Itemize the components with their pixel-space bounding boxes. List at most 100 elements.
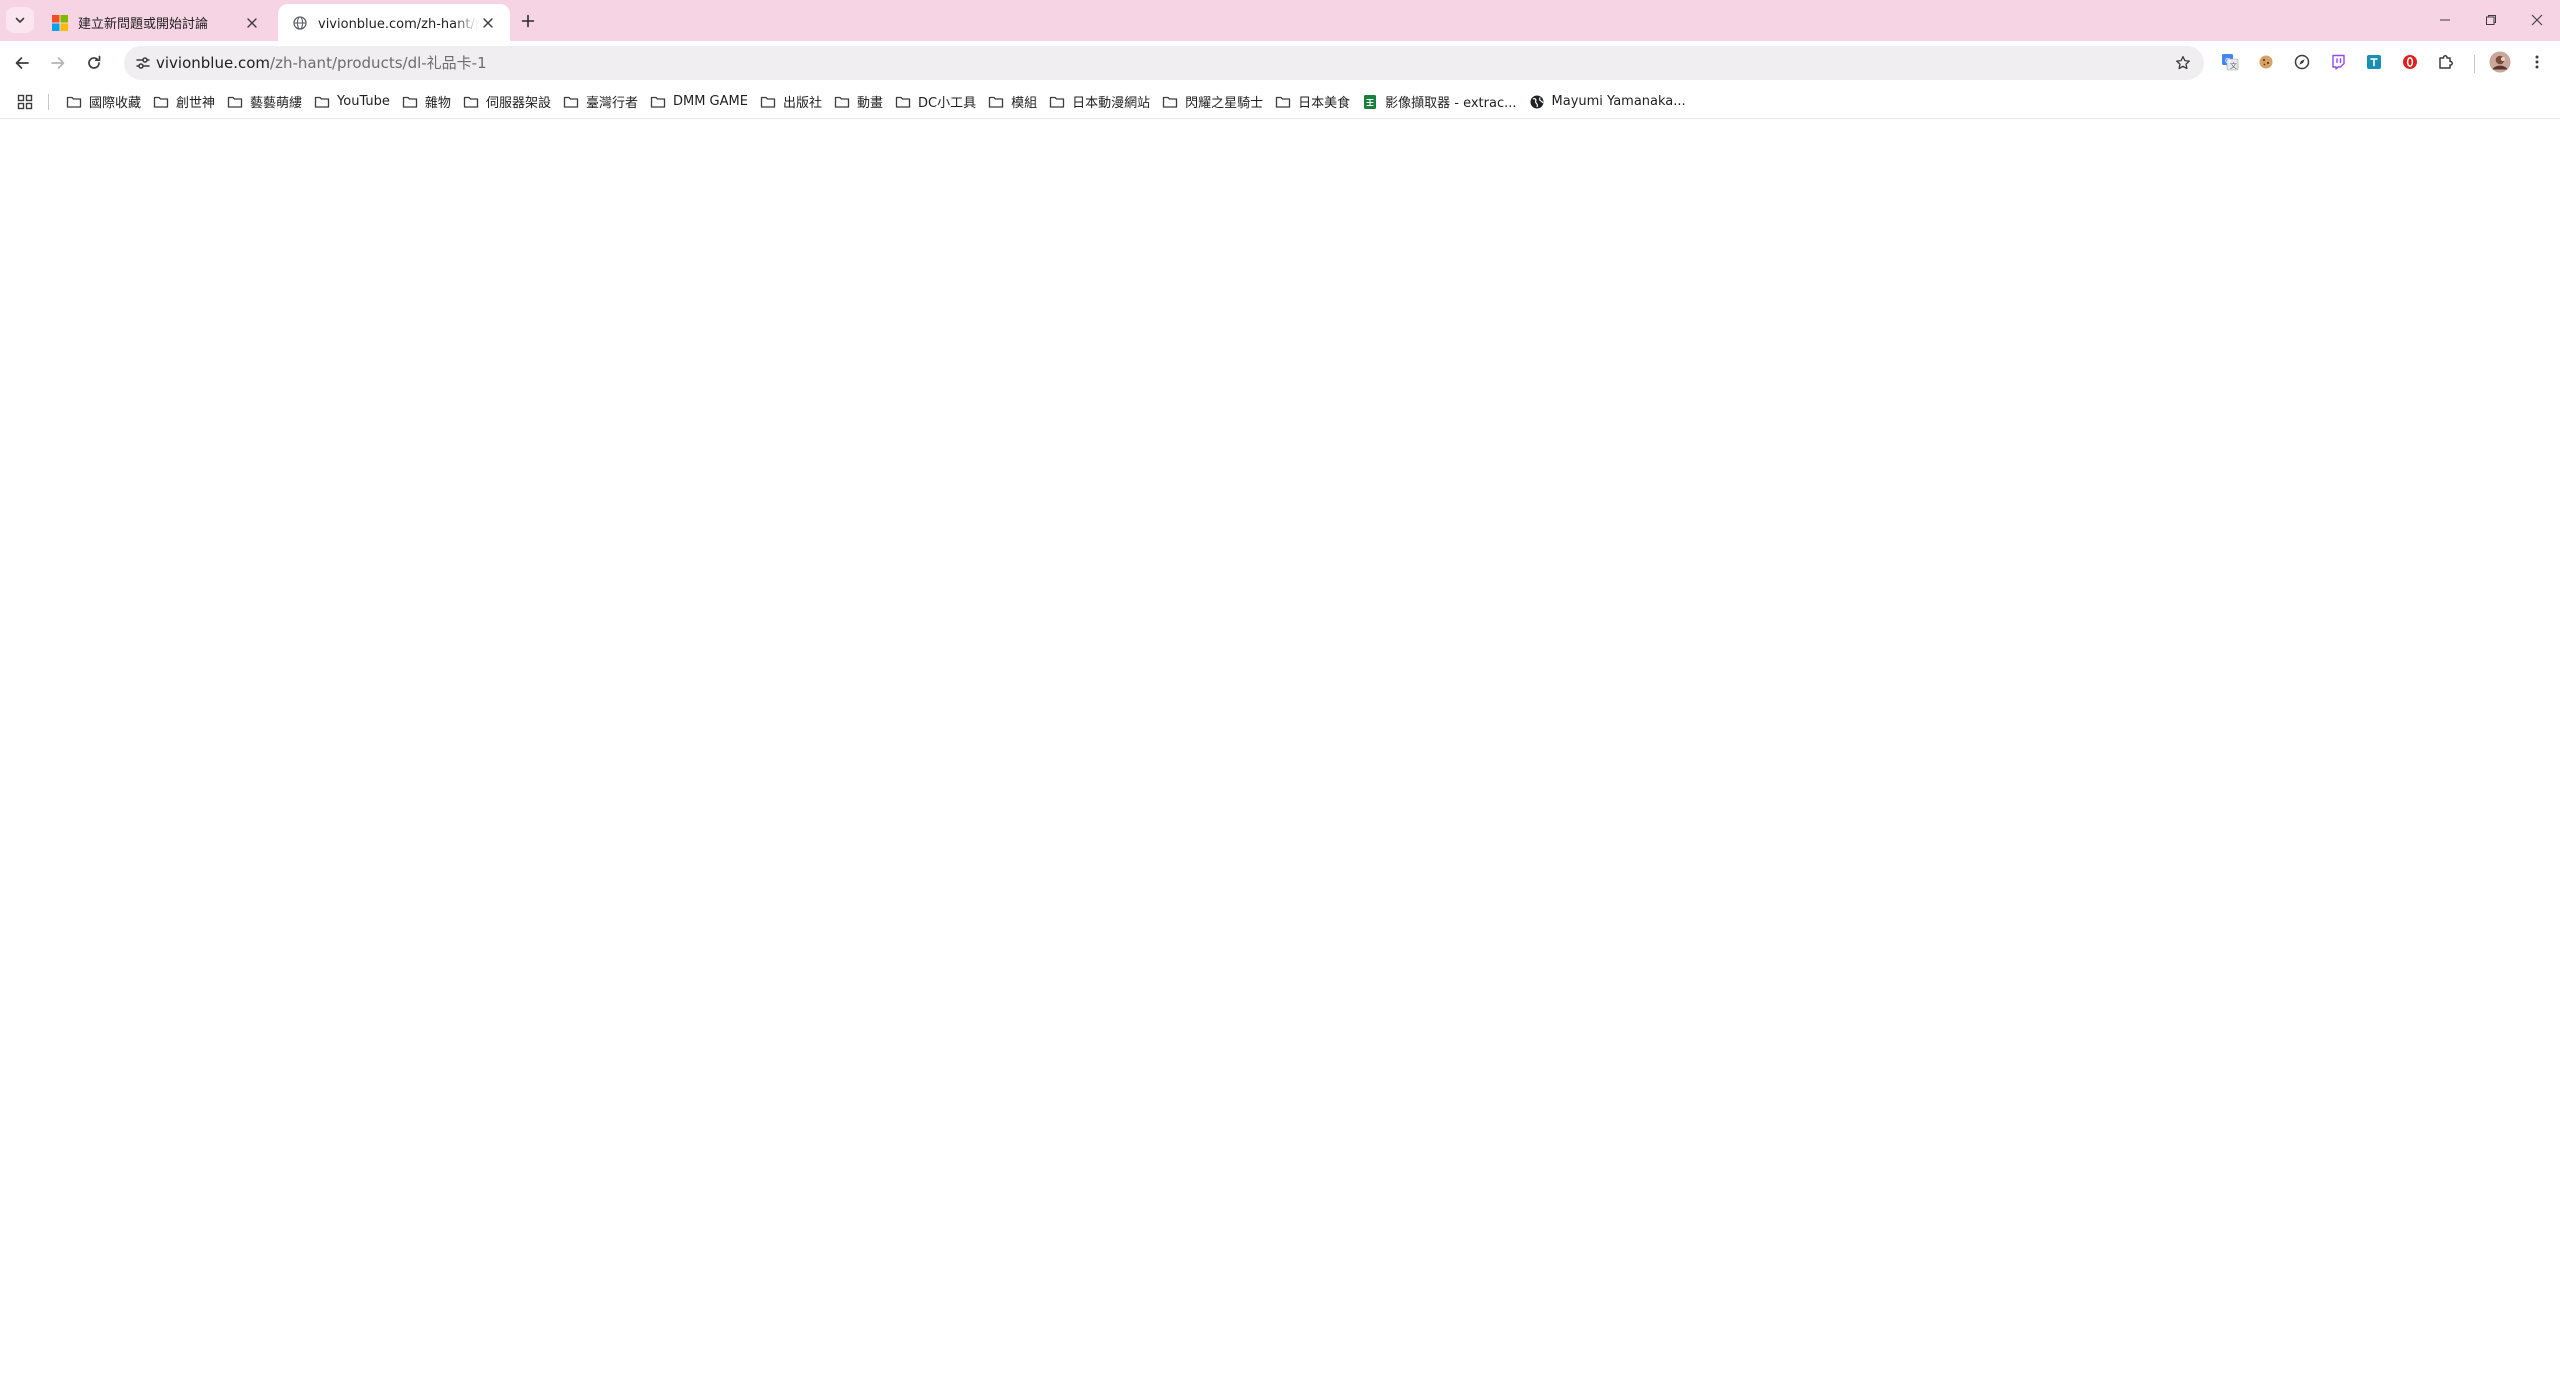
bookmarks-bar: 國際收藏 創世神 藝藝萌縷 YouTube 雜物 伺服器架設 臺灣行者 DMM GAME 出版社… bbox=[0, 85, 2560, 119]
bookmark-label: 影像擷取器 - extrac... bbox=[1385, 96, 1517, 111]
extensions-button[interactable] bbox=[2435, 51, 2457, 73]
folder-icon bbox=[988, 94, 1004, 110]
compass-icon bbox=[2294, 54, 2310, 70]
apps-grid-icon bbox=[17, 94, 33, 110]
chevron-down-icon bbox=[14, 11, 26, 30]
minimize-button[interactable] bbox=[2422, 0, 2468, 40]
bookmark-item[interactable]: 日本動漫網站 bbox=[1045, 89, 1158, 115]
bookmark-label: 國際收藏 bbox=[89, 96, 142, 111]
bookmark-item[interactable]: DC小工具 bbox=[891, 89, 984, 115]
bookmark-label: 動畫 bbox=[856, 96, 883, 111]
close-tab-button[interactable] bbox=[478, 13, 498, 33]
folder-icon bbox=[563, 94, 579, 110]
minimize-icon bbox=[2440, 19, 2450, 21]
bookmark-label: 藝藝萌縷 bbox=[250, 96, 303, 111]
globe-icon bbox=[292, 15, 308, 31]
close-icon bbox=[2531, 14, 2543, 26]
bookmark-label: 模組 bbox=[1011, 96, 1038, 111]
translate-icon: G 文 bbox=[2222, 54, 2239, 71]
url-host: vivionblue.com bbox=[156, 54, 271, 72]
folder-icon bbox=[834, 94, 850, 110]
bookmark-item[interactable]: Mayumi Yamanaka... bbox=[1525, 89, 1694, 115]
address-bar[interactable]: vivionblue.com/zh-hant/products/dl-礼品卡-1 bbox=[124, 46, 2204, 80]
plus-icon bbox=[521, 14, 535, 28]
close-window-button[interactable] bbox=[2514, 0, 2560, 40]
bookmark-item[interactable]: 閃耀之星騎士 bbox=[1158, 89, 1271, 115]
folder-icon bbox=[650, 94, 666, 110]
bookmark-item[interactable]: 雜物 bbox=[398, 89, 459, 115]
folder-icon bbox=[153, 94, 169, 110]
bookmark-label: DMM GAME bbox=[672, 94, 748, 109]
close-icon bbox=[483, 17, 493, 28]
bookmarks-separator bbox=[48, 94, 49, 110]
bookmark-label: 創世神 bbox=[176, 96, 216, 111]
bookmarks-list: 國際收藏 創世神 藝藝萌縷 YouTube 雜物 伺服器架設 臺灣行者 DMM GAME 出版社… bbox=[62, 85, 1694, 118]
red-extension-button[interactable] bbox=[2399, 51, 2421, 73]
teal-extension-button[interactable] bbox=[2363, 51, 2385, 73]
toolbar-divider bbox=[2474, 55, 2475, 73]
puzzle-icon bbox=[2439, 55, 2453, 69]
bookmark-item[interactable]: 動畫 bbox=[830, 89, 891, 115]
bookmark-label: 閃耀之星騎士 bbox=[1185, 96, 1264, 111]
restore-icon bbox=[2486, 15, 2496, 25]
bookmark-item[interactable]: 創世神 bbox=[149, 89, 223, 115]
translate-extension-button[interactable]: G 文 bbox=[2219, 51, 2241, 73]
bookmark-item[interactable]: 臺灣行者 bbox=[559, 89, 646, 115]
star-icon bbox=[2176, 55, 2190, 70]
bookmark-label: YouTube bbox=[337, 94, 390, 109]
close-tab-button[interactable] bbox=[242, 13, 262, 33]
tab-title: vivionblue.com/zh-hant/products/dl-礼品卡-1 bbox=[318, 17, 478, 32]
arrow-left-icon bbox=[15, 57, 29, 69]
bookmark-label: 伺服器架設 bbox=[485, 96, 551, 111]
folder-icon bbox=[463, 94, 479, 110]
forward-button[interactable] bbox=[44, 49, 72, 77]
compass-extension-button[interactable] bbox=[2291, 51, 2313, 73]
bookmark-label: 出版社 bbox=[782, 96, 822, 111]
reload-button[interactable] bbox=[80, 49, 108, 77]
folder-icon bbox=[895, 94, 911, 110]
sheets-icon bbox=[1362, 94, 1378, 110]
site-info-button[interactable] bbox=[130, 50, 156, 76]
bookmark-item[interactable]: 出版社 bbox=[756, 89, 830, 115]
bookmark-item[interactable]: 日本美食 bbox=[1271, 89, 1358, 115]
bookmark-label: 日本動漫網站 bbox=[1072, 96, 1151, 111]
folder-icon bbox=[1275, 94, 1291, 110]
profile-avatar-button[interactable] bbox=[2488, 50, 2512, 74]
bookmark-item[interactable]: 伺服器架設 bbox=[459, 89, 559, 115]
bookmark-label: Mayumi Yamanaka... bbox=[1551, 94, 1686, 109]
tab-active[interactable]: vivionblue.com/zh-hant/products/dl-礼品卡-1 bbox=[278, 4, 510, 41]
toolbar: vivionblue.com/zh-hant/products/dl-礼品卡-1… bbox=[0, 41, 2560, 85]
cookie-extension-button[interactable] bbox=[2255, 51, 2277, 73]
bookmark-label: DC小工具 bbox=[917, 96, 977, 111]
bookmark-item[interactable]: 藝藝萌縷 bbox=[223, 89, 310, 115]
back-button[interactable] bbox=[8, 49, 36, 77]
tune-icon bbox=[136, 57, 150, 69]
folder-icon bbox=[760, 94, 776, 110]
tab-title: 建立新問題或開始討論 bbox=[78, 17, 209, 32]
tab-search-button[interactable] bbox=[6, 7, 34, 33]
bookmark-star-button[interactable] bbox=[2170, 50, 2196, 76]
arrow-right-icon bbox=[51, 57, 65, 69]
bookmark-item[interactable]: 影像擷取器 - extrac... bbox=[1358, 89, 1524, 115]
browser-window: 建立新問題或開始討論 vivionblue.com/zh-hant/produc… bbox=[0, 0, 2560, 1392]
bookmark-item[interactable]: 國際收藏 bbox=[62, 89, 149, 115]
red-circle-icon bbox=[2403, 55, 2417, 69]
folder-icon bbox=[402, 94, 418, 110]
new-tab-button[interactable] bbox=[516, 9, 540, 33]
apps-button[interactable] bbox=[14, 92, 36, 112]
bookmark-label: 日本美食 bbox=[1298, 96, 1351, 111]
bookmark-item[interactable]: DMM GAME bbox=[646, 89, 756, 115]
bookmark-label: 雜物 bbox=[424, 96, 451, 111]
twitch-extension-button[interactable] bbox=[2327, 51, 2349, 73]
bookmark-item[interactable]: 模組 bbox=[984, 89, 1045, 115]
svg-text:文: 文 bbox=[2230, 61, 2237, 70]
bookmark-item[interactable]: YouTube bbox=[310, 89, 398, 115]
url-text[interactable]: vivionblue.com/zh-hant/products/dl-礼品卡-1 bbox=[156, 46, 487, 80]
chrome-menu-button[interactable] bbox=[2526, 51, 2548, 73]
tab-inactive[interactable]: 建立新問題或開始討論 bbox=[38, 4, 274, 41]
folder-icon bbox=[1049, 94, 1065, 110]
globe-icon bbox=[1529, 94, 1545, 110]
restore-button[interactable] bbox=[2468, 0, 2514, 40]
close-icon bbox=[247, 17, 257, 28]
page-content bbox=[0, 119, 2560, 1392]
